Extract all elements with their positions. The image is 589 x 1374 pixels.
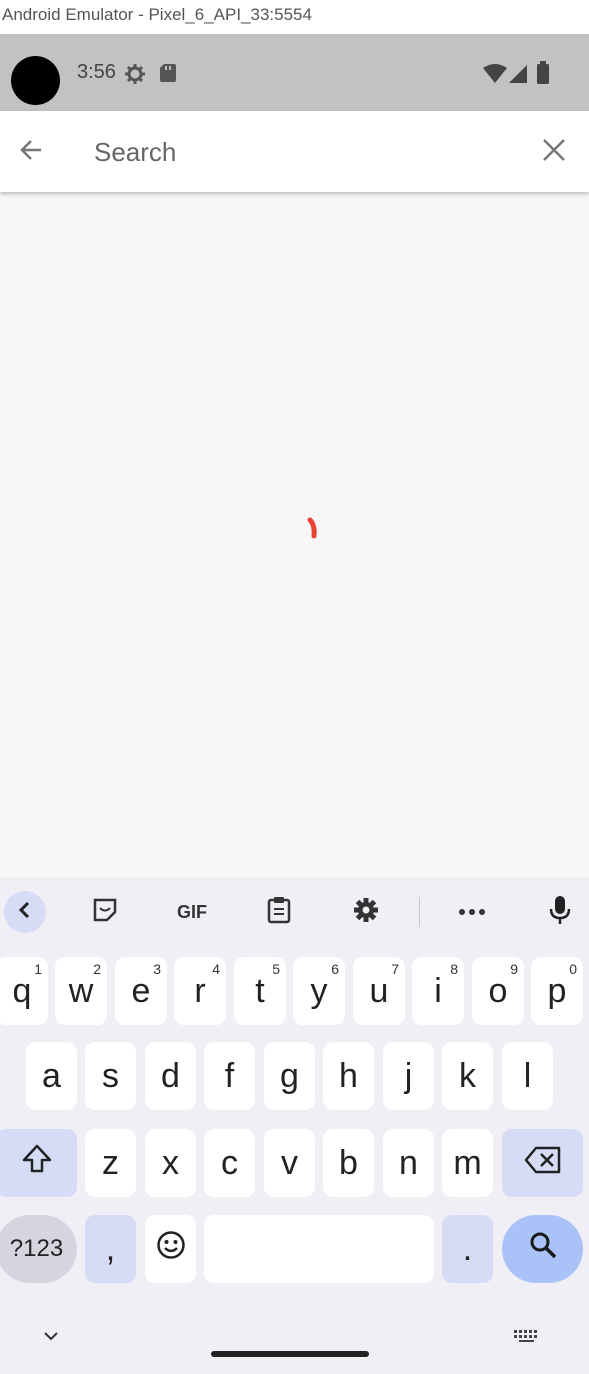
hide-keyboard-button[interactable] [40,1325,62,1352]
status-bar: 3:56 [0,34,589,111]
key-k[interactable]: k [442,1042,493,1110]
gif-button[interactable]: GIF [170,891,214,933]
sticker-icon [91,896,119,929]
keyboard-back-button[interactable] [4,891,46,933]
clear-search-button[interactable] [533,131,575,173]
sticker-button[interactable] [84,891,126,933]
arrow-back-icon [17,136,45,169]
key-h[interactable]: h [323,1042,374,1110]
key-q[interactable]: q1 [0,957,48,1025]
shift-key[interactable] [0,1129,77,1197]
key-f[interactable]: f [204,1042,255,1110]
key-p[interactable]: p0 [531,957,583,1025]
key-n[interactable]: n [383,1129,434,1197]
chevron-left-icon [15,900,35,925]
settings-gear-icon [123,62,147,91]
battery-icon [536,61,550,90]
more-options-button[interactable] [451,891,493,933]
clipboard-button[interactable] [258,891,300,933]
key-g[interactable]: g [264,1042,315,1110]
mic-icon [549,895,571,930]
switch-keyboard-button[interactable] [512,1328,542,1349]
search-results-area [0,192,589,877]
toolbar-divider [419,897,420,927]
shift-icon [21,1143,53,1184]
chevron-down-icon [40,1332,62,1351]
key-y[interactable]: y6 [293,957,345,1025]
key-s[interactable]: s [85,1042,136,1110]
key-b[interactable]: b [323,1129,374,1197]
signal-icon [508,64,528,89]
gesture-navigation-bar[interactable] [211,1351,369,1357]
search-app-bar [0,111,589,192]
loading-spinner [300,516,324,545]
sd-card-icon [158,62,178,89]
key-v[interactable]: v [264,1129,315,1197]
backspace-key[interactable] [502,1129,583,1197]
wifi-icon [483,64,507,89]
status-time: 3:56 [77,61,116,83]
key-a[interactable]: a [26,1042,77,1110]
key-z[interactable]: z [85,1129,136,1197]
key-d[interactable]: d [145,1042,196,1110]
emoji-key[interactable] [145,1215,196,1283]
gear-icon [352,896,380,929]
symbols-key[interactable]: ?123 [0,1215,77,1283]
back-button[interactable] [10,131,52,173]
more-horizontal-icon [458,903,486,921]
clipboard-icon [266,896,292,929]
search-input[interactable] [94,133,514,171]
soft-keyboard: GIF q1 w2 e3 r4 t5 y6 u7 i8 o9 p0 a s d … [0,877,589,1374]
key-c[interactable]: c [204,1129,255,1197]
key-r[interactable]: r4 [174,957,226,1025]
space-key[interactable] [204,1215,434,1283]
key-o[interactable]: o9 [472,957,524,1025]
backspace-icon [524,1144,562,1183]
keyboard-icon [512,1330,542,1348]
window-title: Android Emulator - Pixel_6_API_33:5554 [0,0,589,34]
keyboard-settings-button[interactable] [345,891,387,933]
period-key[interactable]: . [442,1215,493,1283]
key-e[interactable]: e3 [115,957,167,1025]
key-w[interactable]: w2 [55,957,107,1025]
close-icon [542,138,566,167]
key-x[interactable]: x [145,1129,196,1197]
key-u[interactable]: u7 [353,957,405,1025]
search-icon [528,1230,558,1269]
comma-key[interactable]: , [85,1215,136,1283]
key-j[interactable]: j [383,1042,434,1110]
key-t[interactable]: t5 [234,957,286,1025]
key-m[interactable]: m [442,1129,493,1197]
key-i[interactable]: i8 [412,957,464,1025]
search-action-key[interactable] [502,1215,583,1283]
voice-input-button[interactable] [539,891,581,933]
key-l[interactable]: l [502,1042,553,1110]
emoji-icon [156,1230,186,1269]
camera-cutout [11,56,60,105]
